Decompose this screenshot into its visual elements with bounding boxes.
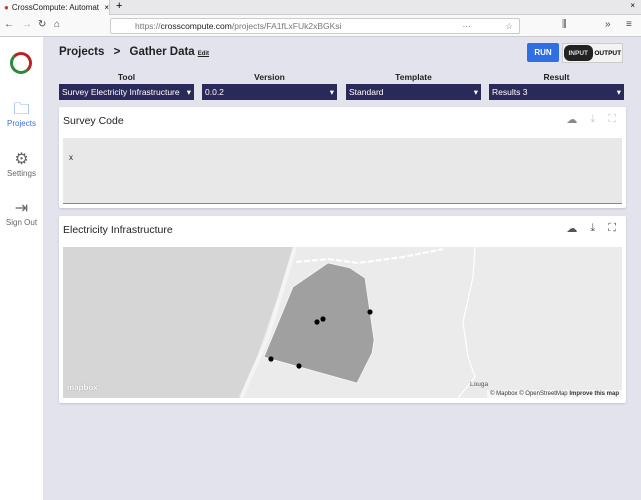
gear-icon: ⚙ [14, 151, 29, 168]
electricity-infrastructure-card: Electricity Infrastructure ☁ ⤓ ⛶ Louga map… [59, 216, 626, 403]
browser-tab[interactable]: ● CrossCompute: Automat × [0, 0, 110, 15]
tool-selector: Tool Survey Electricity Infrastructure ▾ [59, 72, 194, 100]
fullscreen-icon[interactable]: ⛶ [608, 222, 616, 235]
fullscreen-icon[interactable]: ⛶ [608, 113, 616, 126]
forward-icon[interactable]: → [22, 19, 32, 30]
breadcrumb-projects[interactable]: Projects [59, 46, 104, 58]
favicon-icon: ● [4, 3, 9, 12]
dropdown-arrow-icon: ▾ [616, 86, 621, 97]
app-logo [10, 52, 32, 74]
folder-icon: 🗀 [13, 101, 30, 118]
road-line [457, 247, 476, 398]
url-host: crosscompute.com [160, 21, 232, 31]
dropdown-arrow-icon: ▾ [186, 86, 191, 97]
run-button[interactable]: RUN [527, 43, 559, 62]
tab-title: CrossCompute: Automat [11, 3, 99, 12]
survey-code-value: x [69, 153, 73, 162]
sidebar: 🗀 Projects ⚙ Settings ⇥ Sign Out [0, 37, 43, 500]
survey-point[interactable] [296, 363, 302, 369]
map[interactable]: Louga mapbox © Mapbox © OpenStreetMap Im… [63, 247, 622, 398]
sign-out-icon: ⇥ [14, 200, 29, 217]
overflow-icon[interactable]: » [605, 19, 611, 30]
result-selector: Result Results 3 ▾ [489, 72, 624, 100]
close-window-icon[interactable]: × [630, 1, 635, 10]
survey-code-input[interactable]: x [63, 138, 622, 204]
page-title: Gather Data [129, 46, 195, 58]
library-icon[interactable]: ⫼ [562, 19, 567, 30]
close-tab-icon[interactable]: × [104, 3, 109, 12]
template-selector: Template Standard ▾ [346, 72, 481, 100]
cloud-upload-icon[interactable]: ☁ [566, 222, 577, 235]
sidebar-item-label: Settings [7, 169, 36, 178]
download-icon[interactable]: ⤓ [590, 222, 595, 235]
home-icon[interactable]: ⌂ [54, 19, 60, 30]
survey-point[interactable] [314, 319, 320, 325]
dropdown-arrow-icon: ▾ [329, 86, 334, 97]
cloud-upload-icon[interactable]: ☁ [566, 113, 577, 126]
breadcrumb: Projects > Gather Data Edit [59, 46, 209, 58]
result-label: Result [543, 72, 570, 82]
url-bar[interactable]: https://crosscompute.com/projects/FA1fLx… [110, 18, 520, 34]
survey-point[interactable] [268, 356, 274, 362]
output-toggle[interactable]: OUTPUT [594, 44, 623, 62]
survey-point[interactable] [320, 316, 326, 322]
back-icon[interactable]: ← [4, 19, 14, 30]
sidebar-item-projects[interactable]: 🗀 Projects [0, 101, 43, 128]
new-tab-button[interactable]: + [116, 0, 122, 12]
page-actions-icon[interactable]: ⋯ [463, 21, 472, 32]
result-value: Results 3 [492, 87, 528, 97]
menu-icon[interactable]: ≡ [626, 19, 632, 30]
version-label: Version [254, 72, 285, 82]
map-canvas[interactable] [63, 247, 622, 398]
tool-label: Tool [117, 72, 136, 82]
result-select[interactable]: Results 3 ▾ [489, 84, 624, 100]
version-value: 0.0.2 [205, 87, 224, 97]
attribution-text[interactable]: © Mapbox © OpenStreetMap [490, 391, 568, 397]
border-line [295, 248, 444, 265]
reload-icon[interactable]: ↻ [38, 19, 46, 30]
mapbox-logo[interactable]: mapbox [67, 383, 98, 392]
sea-area [63, 247, 295, 398]
edit-link[interactable]: Edit [198, 51, 209, 57]
url-path: /projects/FA1fLxFUk2xBGKsi [231, 21, 342, 31]
survey-code-card: Survey Code ☁ ⤓ ⛶ x [59, 107, 626, 208]
breadcrumb-separator: > [113, 46, 121, 58]
browser-tab-bar: ● CrossCompute: Automat × + × [0, 0, 641, 15]
input-toggle[interactable]: INPUT [564, 45, 593, 61]
version-selector: Version 0.0.2 ▾ [202, 72, 337, 100]
sidebar-item-label: Sign Out [5, 218, 38, 227]
place-label: Louga [470, 381, 489, 388]
tool-value: Survey Electricity Infrastructure [62, 87, 180, 97]
template-select[interactable]: Standard ▾ [346, 84, 481, 100]
version-select[interactable]: 0.0.2 ▾ [202, 84, 337, 100]
improve-map-link[interactable]: Improve this map [569, 391, 619, 397]
tool-select[interactable]: Survey Electricity Infrastructure ▾ [59, 84, 194, 100]
browser-toolbar: ← → ↻ ⌂ https://crosscompute.com/project… [0, 15, 641, 37]
survey-point[interactable] [367, 309, 373, 315]
sidebar-item-label: Projects [7, 119, 36, 128]
card-title: Survey Code [63, 115, 124, 127]
input-output-toggle[interactable]: INPUT OUTPUT [562, 43, 623, 63]
download-icon[interactable]: ⤓ [590, 113, 595, 126]
template-value: Standard [349, 87, 384, 97]
dropdown-arrow-icon: ▾ [473, 86, 478, 97]
card-title: Electricity Infrastructure [63, 224, 173, 236]
bookmark-star-icon[interactable]: ☆ [505, 21, 513, 32]
url-prefix: https:// [135, 21, 161, 31]
sidebar-item-settings[interactable]: ⚙ Settings [0, 151, 43, 178]
sidebar-item-sign-out[interactable]: ⇥ Sign Out [0, 200, 43, 227]
template-label: Template [395, 72, 432, 82]
map-attribution: © Mapbox © OpenStreetMap Improve this ma… [487, 390, 622, 398]
